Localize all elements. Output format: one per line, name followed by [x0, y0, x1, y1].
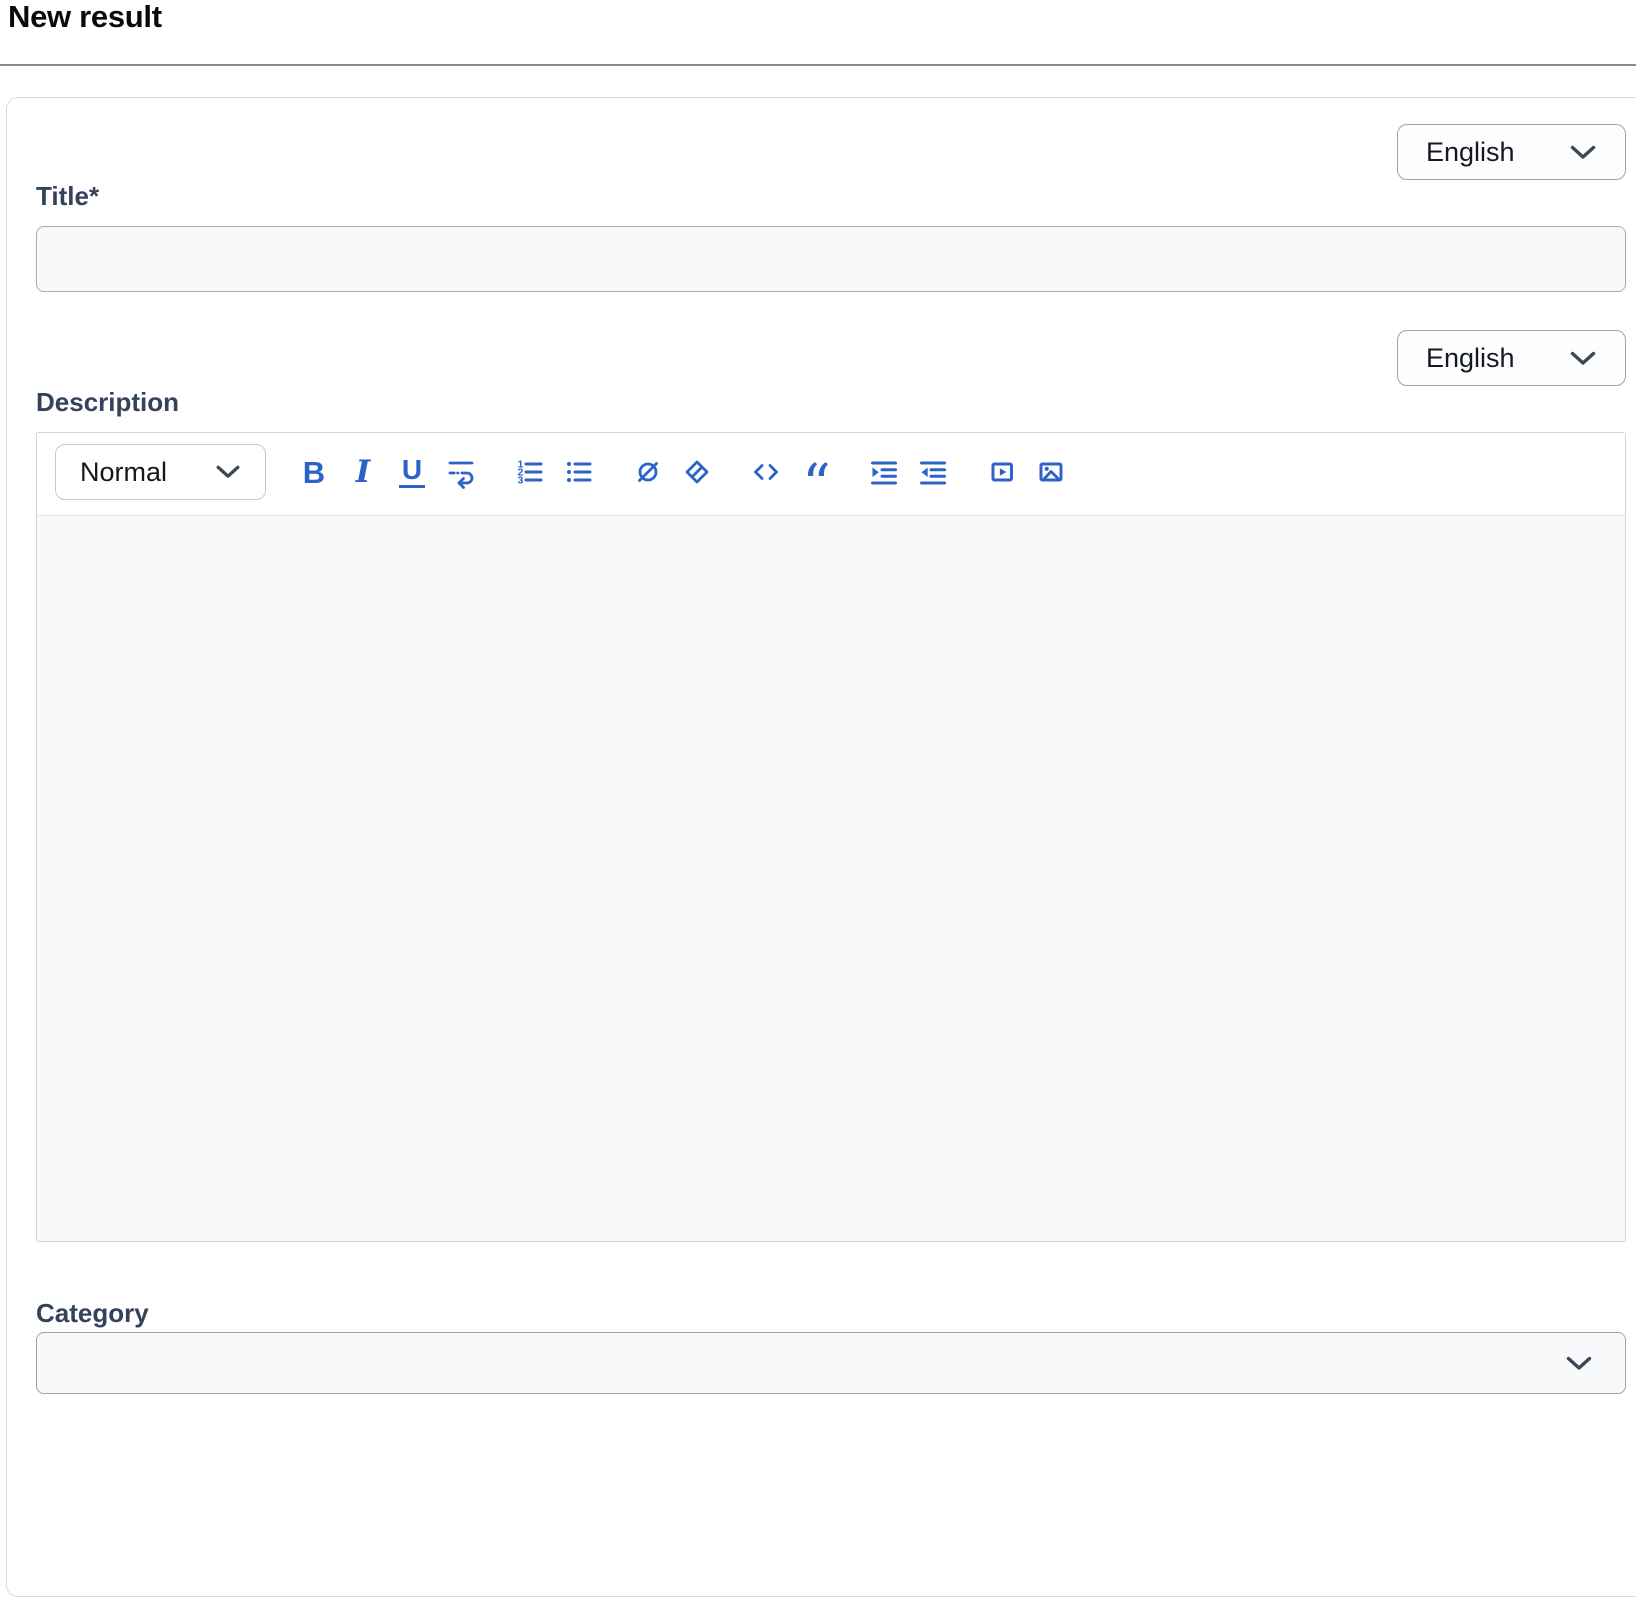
- toolbar-group: 123: [512, 452, 597, 492]
- chevron-down-icon: [1569, 350, 1597, 367]
- text-wrap-icon: [444, 455, 478, 489]
- paragraph-style-select[interactable]: Normal: [55, 444, 266, 500]
- description-language-row: English: [36, 330, 1626, 386]
- description-language-value: English: [1426, 343, 1515, 374]
- paragraph-style-value: Normal: [80, 457, 167, 488]
- code-icon: [749, 455, 783, 489]
- ordered-list-icon: 123: [513, 455, 547, 489]
- svg-text:3: 3: [518, 475, 524, 487]
- editor-content-area[interactable]: [37, 516, 1625, 1241]
- underline-button[interactable]: U: [394, 452, 430, 492]
- toolbar-group: BIU: [296, 452, 479, 492]
- title-language-value: English: [1426, 137, 1515, 168]
- category-select[interactable]: [36, 1332, 1626, 1394]
- bold-button[interactable]: B: [296, 452, 332, 492]
- chevron-down-icon: [215, 464, 241, 480]
- bullet-list-button[interactable]: [561, 452, 597, 492]
- image-icon: [1034, 455, 1068, 489]
- title-label: Title*: [36, 180, 1626, 212]
- page: New result English Title* English: [0, 0, 1636, 1597]
- title-input[interactable]: [36, 226, 1626, 292]
- description-label: Description: [36, 386, 1626, 418]
- ordered-list-button[interactable]: 123: [512, 452, 548, 492]
- italic-button[interactable]: I: [345, 452, 381, 492]
- clean-formatting-button[interactable]: [679, 452, 715, 492]
- indent-button[interactable]: [866, 452, 902, 492]
- form-panel: English Title* English Description: [6, 97, 1636, 1597]
- editor-toolbar: Normal BIU 123 “: [37, 433, 1625, 516]
- description-language-select[interactable]: English: [1397, 330, 1626, 386]
- chevron-down-icon: [1565, 1355, 1593, 1372]
- image-button[interactable]: [1033, 452, 1069, 492]
- chevron-down-icon: [1569, 144, 1597, 161]
- header-divider: [0, 64, 1636, 66]
- text-wrap-button[interactable]: [443, 452, 479, 492]
- category-label: Category: [36, 1298, 1626, 1328]
- title-language-select[interactable]: English: [1397, 124, 1626, 180]
- underline-icon: U: [399, 456, 425, 488]
- italic-icon: I: [356, 457, 371, 488]
- link-button[interactable]: [630, 452, 666, 492]
- outdent-icon: [916, 455, 950, 489]
- link-icon: [631, 455, 665, 489]
- code-button[interactable]: [748, 452, 784, 492]
- blockquote-icon: “: [802, 446, 828, 498]
- toolbar-icon-groups: BIU 123 “: [296, 452, 1069, 492]
- outdent-button[interactable]: [915, 452, 951, 492]
- description-editor: Normal BIU 123 “: [36, 432, 1626, 1242]
- clean-formatting-icon: [680, 455, 714, 489]
- toolbar-group: [866, 452, 951, 492]
- page-title: New result: [8, 0, 1636, 34]
- blockquote-button[interactable]: “: [797, 452, 833, 492]
- bullet-list-icon: [562, 455, 596, 489]
- toolbar-group: [630, 452, 715, 492]
- video-button[interactable]: [984, 452, 1020, 492]
- toolbar-group: [984, 452, 1069, 492]
- bold-icon: B: [303, 457, 325, 488]
- video-icon: [985, 455, 1019, 489]
- toolbar-group: “: [748, 452, 833, 492]
- title-language-row: English: [36, 124, 1626, 180]
- indent-icon: [867, 455, 901, 489]
